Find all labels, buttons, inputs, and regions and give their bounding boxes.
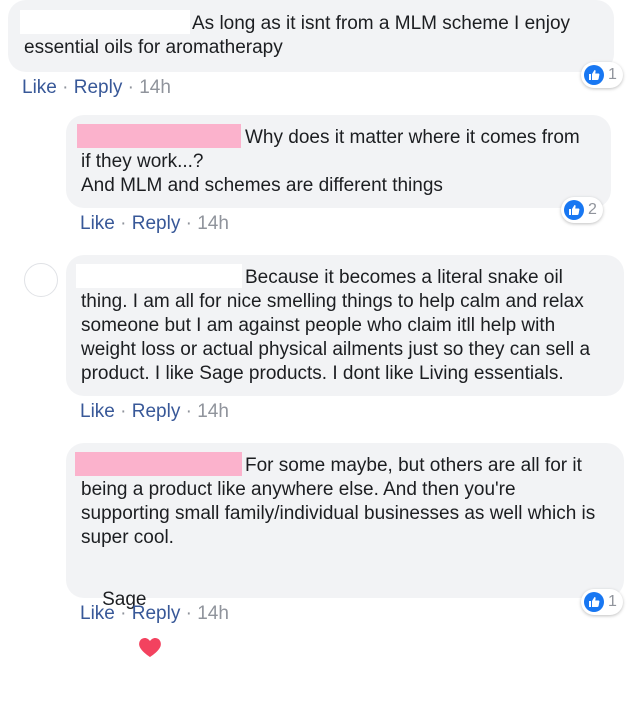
like-icon bbox=[584, 592, 604, 612]
comment-actions: Like · Reply · 14h bbox=[80, 400, 229, 424]
timestamp[interactable]: 14h bbox=[139, 77, 171, 98]
avatar[interactable] bbox=[24, 263, 58, 297]
like-link[interactable]: Like bbox=[80, 213, 115, 234]
comment-signature: Sage bbox=[81, 564, 162, 713]
like-link[interactable]: Like bbox=[80, 401, 115, 422]
reply-link[interactable]: Reply bbox=[132, 401, 181, 422]
reply-link[interactable]: Reply bbox=[132, 213, 181, 234]
reply-bubble-2: Because it becomes a literal snake oil t… bbox=[66, 255, 624, 396]
separator: · bbox=[185, 603, 192, 624]
comment-actions: Like · Reply · 14h bbox=[22, 76, 171, 100]
like-icon bbox=[584, 65, 604, 85]
reaction-count: 1 bbox=[608, 593, 617, 610]
reaction-badge[interactable]: 1 bbox=[581, 62, 623, 88]
comment-text: As long as it isnt from a MLM scheme I e… bbox=[24, 13, 571, 58]
like-icon bbox=[564, 200, 584, 220]
separator: · bbox=[120, 603, 127, 624]
timestamp[interactable]: 14h bbox=[197, 213, 229, 234]
reply-bubble-3: For some maybe, but others are all for i… bbox=[66, 443, 624, 657]
comment-actions: Like · Reply · 14h bbox=[80, 602, 229, 626]
comment-bubble-1: As long as it isnt from a MLM scheme I e… bbox=[8, 0, 614, 72]
reaction-badge[interactable]: 2 bbox=[561, 197, 603, 223]
separator: · bbox=[120, 401, 127, 422]
reaction-count: 1 bbox=[608, 66, 617, 83]
separator: · bbox=[185, 213, 192, 234]
reply-link[interactable]: Reply bbox=[132, 603, 181, 624]
like-link[interactable]: Like bbox=[80, 603, 115, 624]
timestamp[interactable]: 14h bbox=[197, 401, 229, 422]
comment-actions: Like · Reply · 14h bbox=[80, 212, 229, 236]
reaction-count: 2 bbox=[588, 201, 597, 218]
separator: · bbox=[120, 213, 127, 234]
like-link[interactable]: Like bbox=[22, 77, 57, 98]
reply-link[interactable]: Reply bbox=[74, 77, 123, 98]
reaction-badge[interactable]: 1 bbox=[581, 589, 623, 615]
separator: · bbox=[185, 401, 192, 422]
timestamp[interactable]: 14h bbox=[197, 603, 229, 624]
comment-text: Because it becomes a literal snake oil t… bbox=[81, 267, 591, 384]
separator: · bbox=[62, 77, 69, 98]
reply-bubble-1: Why does it matter where it comes from i… bbox=[66, 115, 611, 208]
comment-text: For some maybe, but others are all for i… bbox=[81, 455, 596, 548]
separator: · bbox=[127, 77, 134, 98]
comment-text: Why does it matter where it comes from i… bbox=[81, 127, 580, 196]
